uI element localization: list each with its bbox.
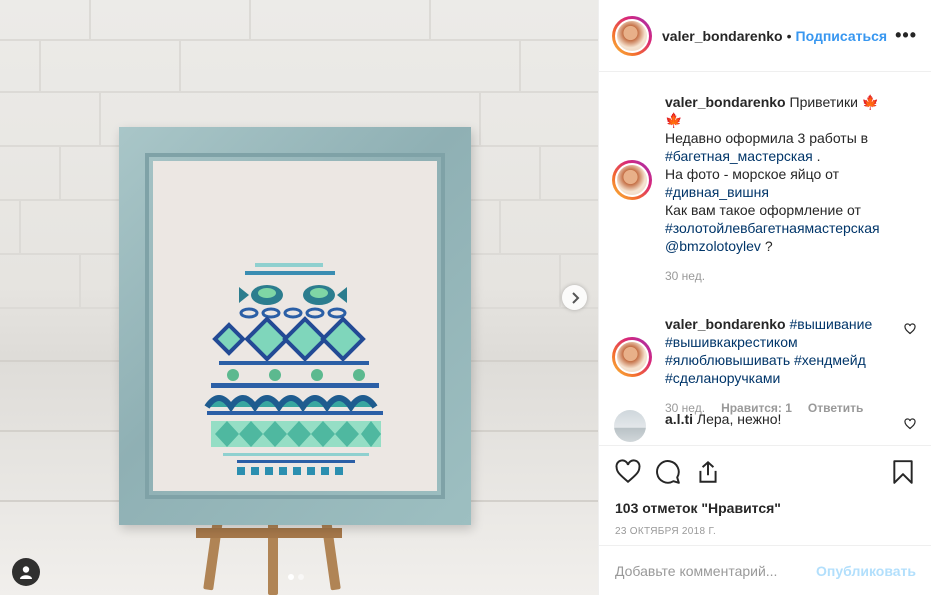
post-sidebar: valer_bondarenko • Подписаться ••• valer… bbox=[598, 0, 931, 595]
post-date[interactable]: 23 ОКТЯБРЯ 2018 Г. bbox=[615, 526, 916, 537]
post-photo[interactable] bbox=[0, 0, 598, 595]
separator-dot: • bbox=[786, 27, 792, 44]
comment: a.l.ti Лера, нежно! bbox=[612, 410, 918, 442]
caption: valer_bondarenko Приветики 🍁🍁 Недавно оф… bbox=[665, 93, 918, 285]
post-header: valer_bondarenko • Подписаться ••• bbox=[599, 0, 931, 72]
caption-username[interactable]: valer_bondarenko bbox=[665, 94, 786, 110]
hashtag-link[interactable]: #золотойлевбагетнаямастерская bbox=[665, 219, 895, 237]
comment-icon[interactable] bbox=[655, 459, 681, 485]
comments-list[interactable]: valer_bondarenko Приветики 🍁🍁 Недавно оф… bbox=[599, 73, 931, 445]
publish-button[interactable]: Опубликовать bbox=[816, 563, 916, 579]
more-icon[interactable]: ••• bbox=[895, 25, 917, 46]
caption-meta: 30 нед. bbox=[665, 267, 895, 285]
caption-text: . bbox=[816, 148, 821, 164]
hashtag-link[interactable]: #дивная_вишня bbox=[665, 183, 895, 201]
comment-body: a.l.ti Лера, нежно! bbox=[665, 410, 895, 442]
carousel-dot-active bbox=[288, 574, 294, 580]
comment-text: Лера, нежно! bbox=[696, 411, 782, 427]
caption-time[interactable]: 30 нед. bbox=[665, 267, 705, 285]
author-username[interactable]: valer_bondarenko bbox=[662, 28, 783, 44]
comment-username[interactable]: valer_bondarenko bbox=[665, 316, 786, 332]
caption-text: Недавно оформила 3 работы в bbox=[665, 130, 869, 146]
user-tags-button[interactable] bbox=[12, 558, 40, 586]
avatar-image bbox=[615, 163, 649, 197]
follow-button[interactable]: Подписаться bbox=[796, 28, 888, 44]
chevron-right-icon bbox=[571, 291, 579, 304]
caption-text: ? bbox=[764, 238, 773, 254]
comment-username[interactable]: a.l.ti bbox=[665, 411, 693, 427]
caption-text: Как вам такое оформление от bbox=[665, 202, 861, 218]
picture-frame bbox=[119, 127, 471, 525]
carousel-dot bbox=[298, 574, 304, 580]
comment-like-heart-icon[interactable] bbox=[904, 418, 916, 430]
avatar-image bbox=[615, 18, 649, 53]
bookmark-icon[interactable] bbox=[890, 459, 916, 485]
hashtag-link[interactable]: #вышивкакрестиком bbox=[665, 333, 895, 351]
hashtag-link[interactable]: #вышивание bbox=[790, 316, 873, 332]
hashtag-link[interactable]: #сделанoручками bbox=[665, 369, 895, 387]
likes-count[interactable]: 103 отметок "Нравится" bbox=[615, 500, 916, 516]
post-actions: 103 отметок "Нравится" 23 ОКТЯБРЯ 2018 Г… bbox=[599, 445, 931, 537]
comment-body: valer_bondarenko #вышивание #вышивкакрес… bbox=[665, 315, 895, 417]
author-avatar[interactable] bbox=[612, 15, 652, 56]
caption-text: Приветики bbox=[789, 94, 858, 110]
hashtag-link[interactable]: #хендмейд bbox=[794, 352, 866, 368]
carousel-indicator bbox=[288, 574, 304, 580]
user-tag-icon bbox=[20, 566, 32, 579]
mention-link[interactable]: @bmzolotoylev bbox=[665, 238, 761, 254]
hashtag-link[interactable]: #ялюблювышивать bbox=[665, 352, 790, 368]
caption-body: valer_bondarenko Приветики 🍁🍁 Недавно оф… bbox=[665, 93, 895, 285]
heart-icon[interactable] bbox=[615, 459, 641, 485]
embroidered-egg bbox=[204, 263, 383, 475]
hashtag-link[interactable]: #багетная_мастерская bbox=[665, 148, 813, 164]
add-comment-form: Опубликовать bbox=[599, 545, 931, 595]
comment-avatar[interactable] bbox=[612, 337, 652, 377]
easel-leg bbox=[268, 515, 278, 595]
caption-text: На фото - морское яйцо от bbox=[665, 166, 840, 182]
next-photo-button[interactable] bbox=[562, 285, 587, 310]
comment-like-heart-icon[interactable] bbox=[904, 323, 916, 335]
avatar-image bbox=[615, 340, 649, 374]
comment: valer_bondarenko #вышивание #вышивкакрес… bbox=[612, 315, 918, 417]
comment-avatar[interactable] bbox=[614, 410, 646, 442]
comment-input[interactable] bbox=[615, 562, 815, 579]
caption-avatar[interactable] bbox=[612, 160, 652, 200]
share-icon[interactable] bbox=[695, 459, 721, 485]
easel-crossbar bbox=[196, 528, 342, 538]
action-icons bbox=[615, 458, 916, 486]
